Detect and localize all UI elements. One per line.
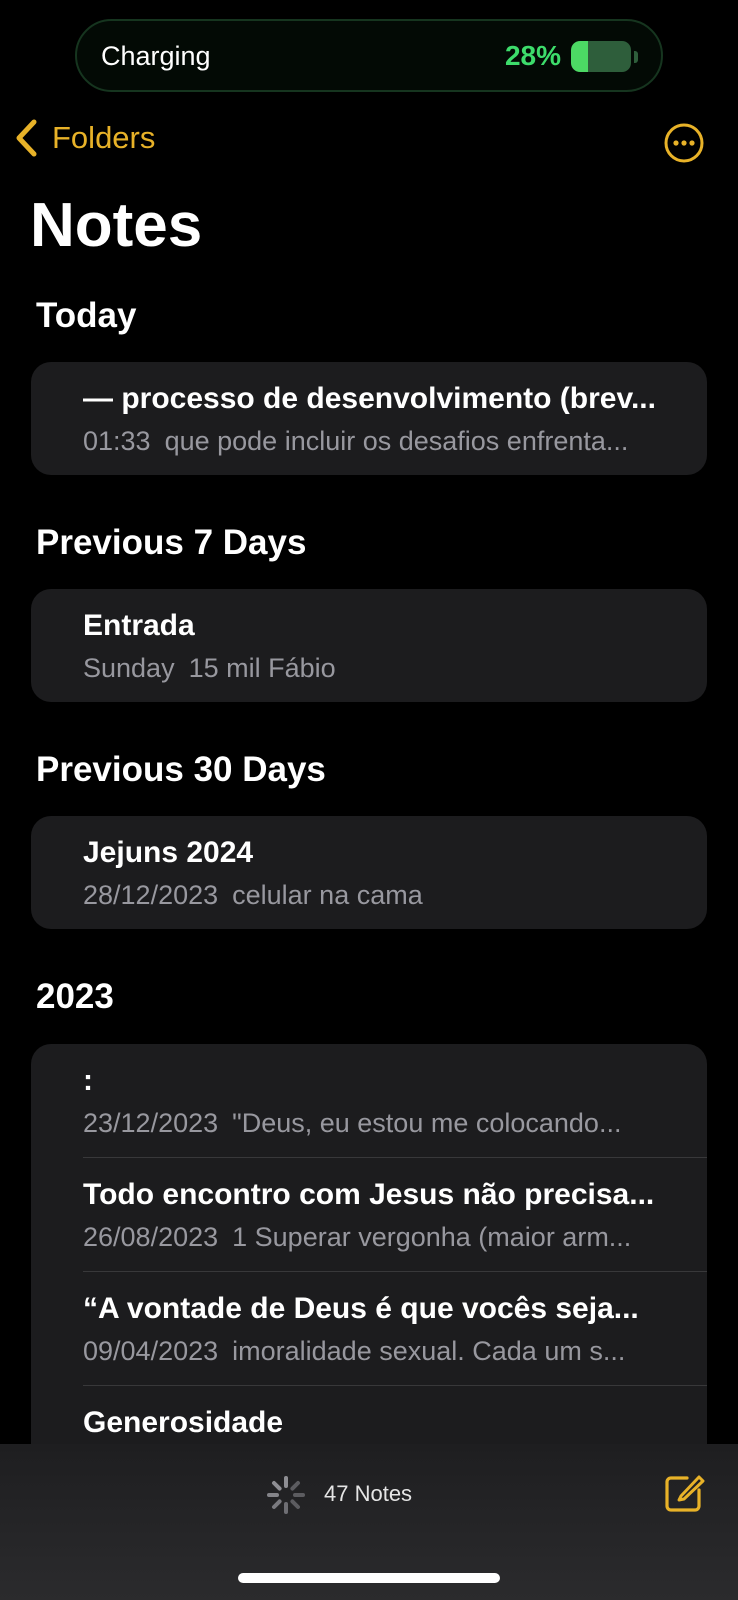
home-indicator [238,1573,500,1583]
loading-spinner-icon [267,1476,305,1514]
note-preview: 1 Superar vergonha (maior arm... [232,1222,632,1252]
note-row[interactable]: — processo de desenvolvimento (brev... 0… [31,362,707,475]
note-title: Jejuns 2024 [83,836,254,869]
note-row[interactable]: Todo encontro com Jesus não precisa... 2… [31,1158,707,1271]
note-row[interactable]: Jejuns 2024 28/12/2023 celular na cama [31,816,707,929]
note-subtitle: 09/04/2023 imoralidade sexual. Cada um s.… [83,1336,683,1367]
note-preview: celular na cama [232,880,423,910]
note-date: 26/08/2023 [83,1222,219,1252]
charging-status-pill: Charging 28% [75,19,663,92]
note-row[interactable]: “A vontade de Deus é que vocês seja... 0… [31,1272,707,1385]
notes-card: Entrada Sunday 15 mil Fábio [31,589,707,702]
section-header: Previous 7 Days [36,523,307,562]
note-preview: que pode incluir os desafios enfrenta... [164,426,629,456]
note-subtitle: 28/12/2023 celular na cama [83,880,683,911]
note-title: : [83,1064,93,1097]
note-title: “A vontade de Deus é que vocês seja... [83,1292,639,1325]
note-subtitle: 26/08/2023 1 Superar vergonha (maior arm.… [83,1222,683,1253]
note-title: Generosidade [83,1406,284,1439]
compose-icon[interactable] [663,1472,705,1514]
back-label: Folders [52,120,156,155]
notes-card: Jejuns 2024 28/12/2023 celular na cama [31,816,707,929]
back-button[interactable]: Folders [14,118,155,158]
note-row[interactable]: Entrada Sunday 15 mil Fábio [31,589,707,702]
note-row[interactable]: : 23/12/2023 "Deus, eu estou me colocando… [31,1044,707,1157]
note-subtitle: 23/12/2023 "Deus, eu estou me colocando..… [83,1108,683,1139]
note-date: 01:33 [83,426,151,456]
ellipsis-circle-icon[interactable] [664,123,704,163]
note-preview: 15 mil Fábio [188,653,336,683]
chevron-left-icon [16,119,37,157]
note-date: 28/12/2023 [83,880,219,910]
section-header: 2023 [36,977,114,1016]
note-title: Entrada [83,609,195,642]
note-title: Todo encontro com Jesus não precisa... [83,1178,655,1211]
note-date: Sunday [83,653,175,683]
note-date: 23/12/2023 [83,1108,219,1138]
notes-card: : 23/12/2023 "Deus, eu estou me colocando… [31,1044,707,1464]
note-date: 09/04/2023 [83,1336,219,1366]
note-preview: imoralidade sexual. Cada um s... [232,1336,626,1366]
note-subtitle: 01:33 que pode incluir os desafios enfren… [83,426,683,457]
charging-label: Charging [101,41,211,71]
section-header: Previous 30 Days [36,750,326,789]
note-subtitle: Sunday 15 mil Fábio [83,653,683,684]
note-preview: "Deus, eu estou me colocando... [232,1108,622,1138]
notes-count: 47 Notes [324,1481,413,1506]
page-title: Notes [30,191,203,260]
battery-icon [571,41,631,72]
notes-card: — processo de desenvolvimento (brev... 0… [31,362,707,475]
battery-percent: 28% [504,40,561,71]
note-title: — processo de desenvolvimento (brev... [83,382,656,415]
section-header: Today [36,296,137,335]
